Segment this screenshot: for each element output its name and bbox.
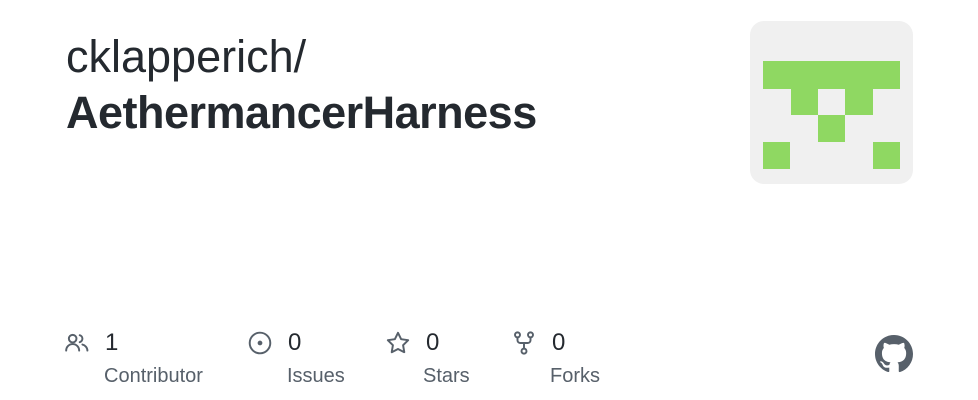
repo-forked-icon xyxy=(514,331,534,355)
repo-name: AethermancerHarness xyxy=(66,87,537,138)
owner-avatar xyxy=(750,21,913,184)
forks-label: Forks xyxy=(550,365,600,387)
identicon-icon xyxy=(763,61,900,169)
stars-stat[interactable]: 0 Stars xyxy=(385,326,470,388)
forks-stat[interactable]: 0 Forks xyxy=(511,326,600,388)
contributors-count: 1 xyxy=(105,329,119,356)
repo-title: cklapperich/ AethermancerHarness xyxy=(66,30,706,142)
contributors-label: Contributor xyxy=(104,365,203,387)
people-icon xyxy=(65,333,89,352)
issues-label: Issues xyxy=(287,365,345,387)
issues-count: 0 xyxy=(288,329,302,356)
star-icon xyxy=(386,331,410,354)
github-mark-icon[interactable] xyxy=(875,335,913,373)
stars-label: Stars xyxy=(423,365,470,387)
contributors-stat[interactable]: 1 Contributor xyxy=(64,326,203,388)
issue-opened-icon xyxy=(248,331,272,355)
forks-count: 0 xyxy=(552,329,566,356)
issues-stat[interactable]: 0 Issues xyxy=(247,326,345,388)
repo-owner: cklapperich/ xyxy=(66,31,307,82)
stars-count: 0 xyxy=(426,329,440,356)
